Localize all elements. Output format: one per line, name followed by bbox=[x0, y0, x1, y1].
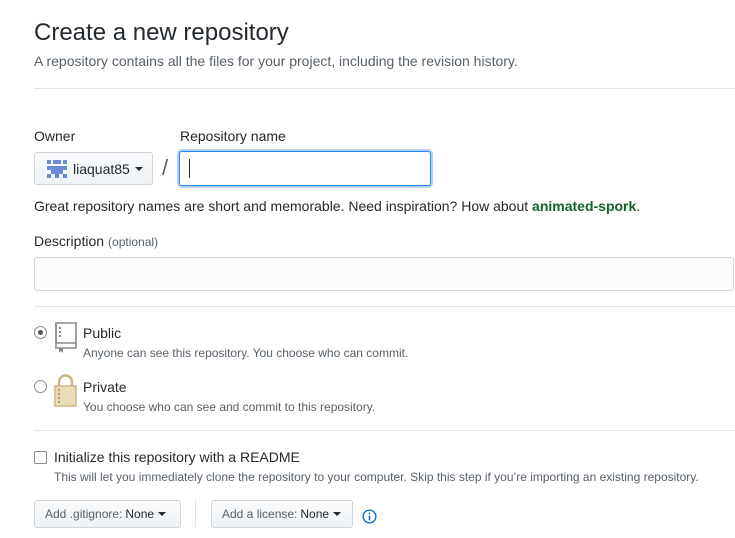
description-input[interactable] bbox=[34, 257, 734, 291]
add-license-button[interactable]: Add a license: None bbox=[211, 500, 353, 528]
header-divider bbox=[34, 88, 735, 89]
owner-label: Owner bbox=[34, 128, 76, 144]
chevron-down-icon bbox=[158, 512, 167, 516]
text-cursor bbox=[189, 159, 190, 178]
description-label-group: Description (optional) bbox=[34, 233, 158, 249]
private-radio[interactable] bbox=[34, 380, 47, 393]
repository-name-label: Repository name bbox=[180, 128, 286, 144]
readme-checkbox[interactable] bbox=[34, 451, 47, 464]
public-option-note: Anyone can see this repository. You choo… bbox=[83, 346, 409, 360]
gitignore-prefix: Add .gitignore: bbox=[45, 507, 123, 521]
license-prefix: Add a license: bbox=[222, 507, 298, 521]
identicon-avatar bbox=[47, 159, 67, 178]
gitignore-value: None bbox=[125, 507, 155, 521]
repository-name-hint: Great repository names are short and mem… bbox=[34, 198, 640, 214]
readme-note: This will let you immediately clone the … bbox=[54, 470, 699, 484]
info-icon[interactable] bbox=[362, 509, 377, 524]
suggested-name-link[interactable]: animated-spork bbox=[532, 198, 636, 214]
repo-icon bbox=[55, 322, 77, 353]
visibility-divider bbox=[34, 430, 735, 431]
optional-note: (optional) bbox=[108, 235, 159, 249]
button-separator bbox=[195, 500, 196, 527]
description-divider bbox=[34, 306, 735, 307]
public-radio[interactable] bbox=[34, 326, 47, 339]
add-gitignore-button[interactable]: Add .gitignore: None bbox=[34, 500, 181, 528]
license-value: None bbox=[300, 507, 330, 521]
owner-repo-separator: / bbox=[162, 155, 169, 180]
owner-dropdown-button[interactable]: liaquat85 bbox=[34, 152, 153, 185]
owner-username: liaquat85 bbox=[73, 160, 130, 177]
readme-label[interactable]: Initialize this repository with a README bbox=[54, 449, 300, 465]
chevron-down-icon bbox=[333, 512, 342, 516]
private-option-title: Private bbox=[83, 379, 127, 395]
page-title: Create a new repository bbox=[34, 19, 289, 46]
lock-icon bbox=[54, 374, 77, 407]
private-option-note: You choose who can see and commit to thi… bbox=[83, 400, 376, 414]
public-option-title: Public bbox=[83, 325, 122, 341]
chevron-down-icon bbox=[134, 166, 143, 171]
page-subtitle: A repository contains all the files for … bbox=[34, 53, 518, 69]
description-label: Description bbox=[34, 233, 105, 249]
repository-name-input[interactable] bbox=[179, 151, 431, 186]
hint-text: Great repository names are short and mem… bbox=[34, 198, 533, 214]
hint-end: . bbox=[636, 198, 641, 214]
